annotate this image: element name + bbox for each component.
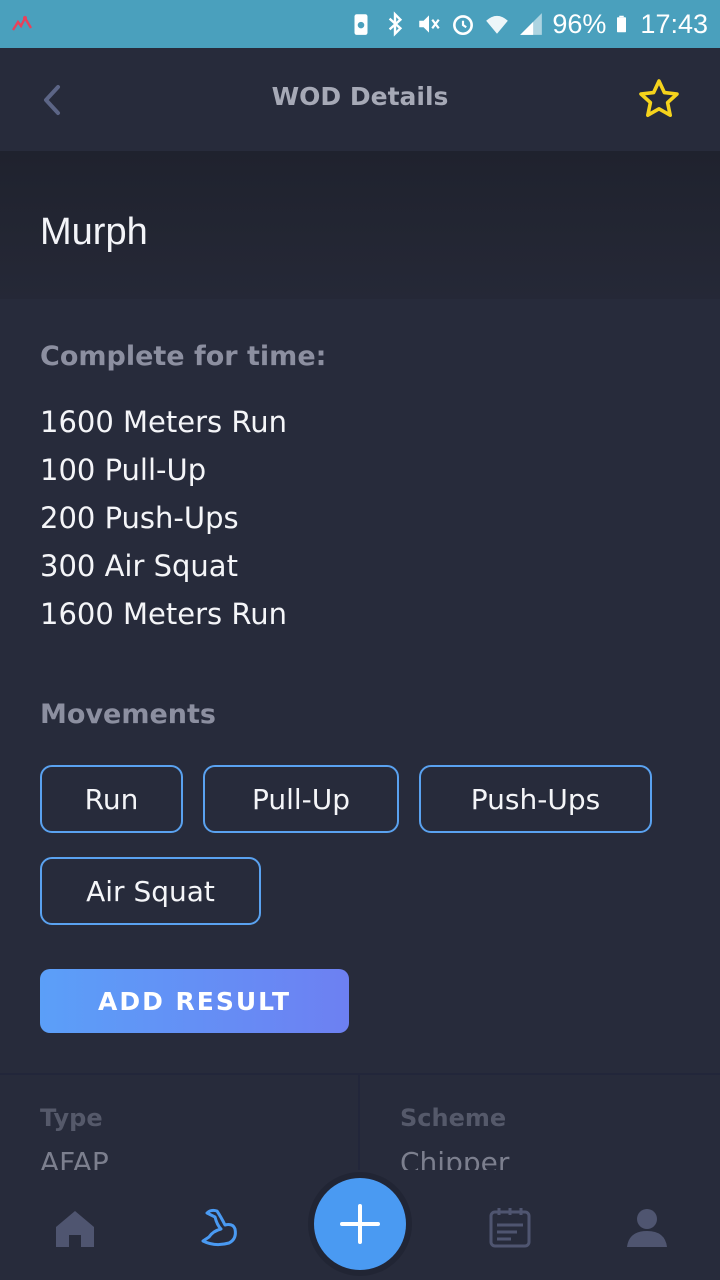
movement-chip-air-squat[interactable]: Air Squat	[40, 857, 261, 925]
description-line: 100 Pull-Up	[40, 453, 207, 487]
movement-chip-run[interactable]: Run	[40, 765, 183, 833]
app-notification-icon	[11, 15, 33, 31]
add-icon	[340, 1204, 380, 1244]
app-header: WOD Details	[0, 48, 720, 151]
page-title: WOD Details	[271, 82, 449, 111]
info-divider	[0, 1073, 720, 1075]
status-icons: 96% 17:43	[348, 0, 708, 48]
star-outline-icon[interactable]	[636, 76, 682, 122]
bottom-navigation	[0, 1170, 720, 1280]
movements-heading: Movements	[40, 699, 216, 730]
scheme-label: Scheme	[400, 1104, 507, 1132]
info-column-divider	[358, 1075, 360, 1185]
add-result-button[interactable]: ADD RESULT	[40, 969, 349, 1033]
home-icon	[56, 1211, 94, 1247]
description-line: 1600 Meters Run	[40, 597, 287, 631]
nav-home[interactable]	[45, 1198, 105, 1258]
status-bar: 96% 17:43	[0, 0, 720, 48]
nav-profile[interactable]	[617, 1198, 677, 1258]
battery-percentage: 96%	[552, 8, 607, 39]
alarm-icon	[453, 15, 474, 36]
clock: 17:43	[640, 8, 708, 39]
mute-icon	[419, 15, 440, 33]
movement-chip-pull-up[interactable]: Pull-Up	[203, 765, 399, 833]
wod-name: Murph	[40, 211, 148, 253]
nav-calendar[interactable]	[480, 1198, 540, 1258]
profile-icon	[627, 1209, 667, 1247]
description-line: 200 Push-Ups	[40, 501, 239, 535]
description-line: 300 Air Squat	[40, 549, 238, 583]
type-label: Type	[40, 1104, 103, 1132]
battery-icon	[617, 15, 627, 33]
battery-saver-icon	[354, 14, 368, 35]
movement-chip-push-ups[interactable]: Push-Ups	[419, 765, 652, 833]
wod-title-band: Murph	[0, 151, 720, 299]
signal-icon	[520, 13, 543, 35]
description-list: 1600 Meters Run 100 Pull-Up 200 Push-Ups…	[40, 398, 287, 638]
nav-workouts[interactable]	[188, 1198, 248, 1258]
calendar-icon	[489, 1208, 531, 1248]
description-heading: Complete for time:	[40, 341, 327, 372]
add-fab-button[interactable]	[314, 1178, 406, 1270]
muscle-icon	[201, 1208, 237, 1247]
bluetooth-icon	[389, 11, 403, 37]
wifi-icon	[486, 15, 509, 34]
description-line: 1600 Meters Run	[40, 405, 287, 439]
